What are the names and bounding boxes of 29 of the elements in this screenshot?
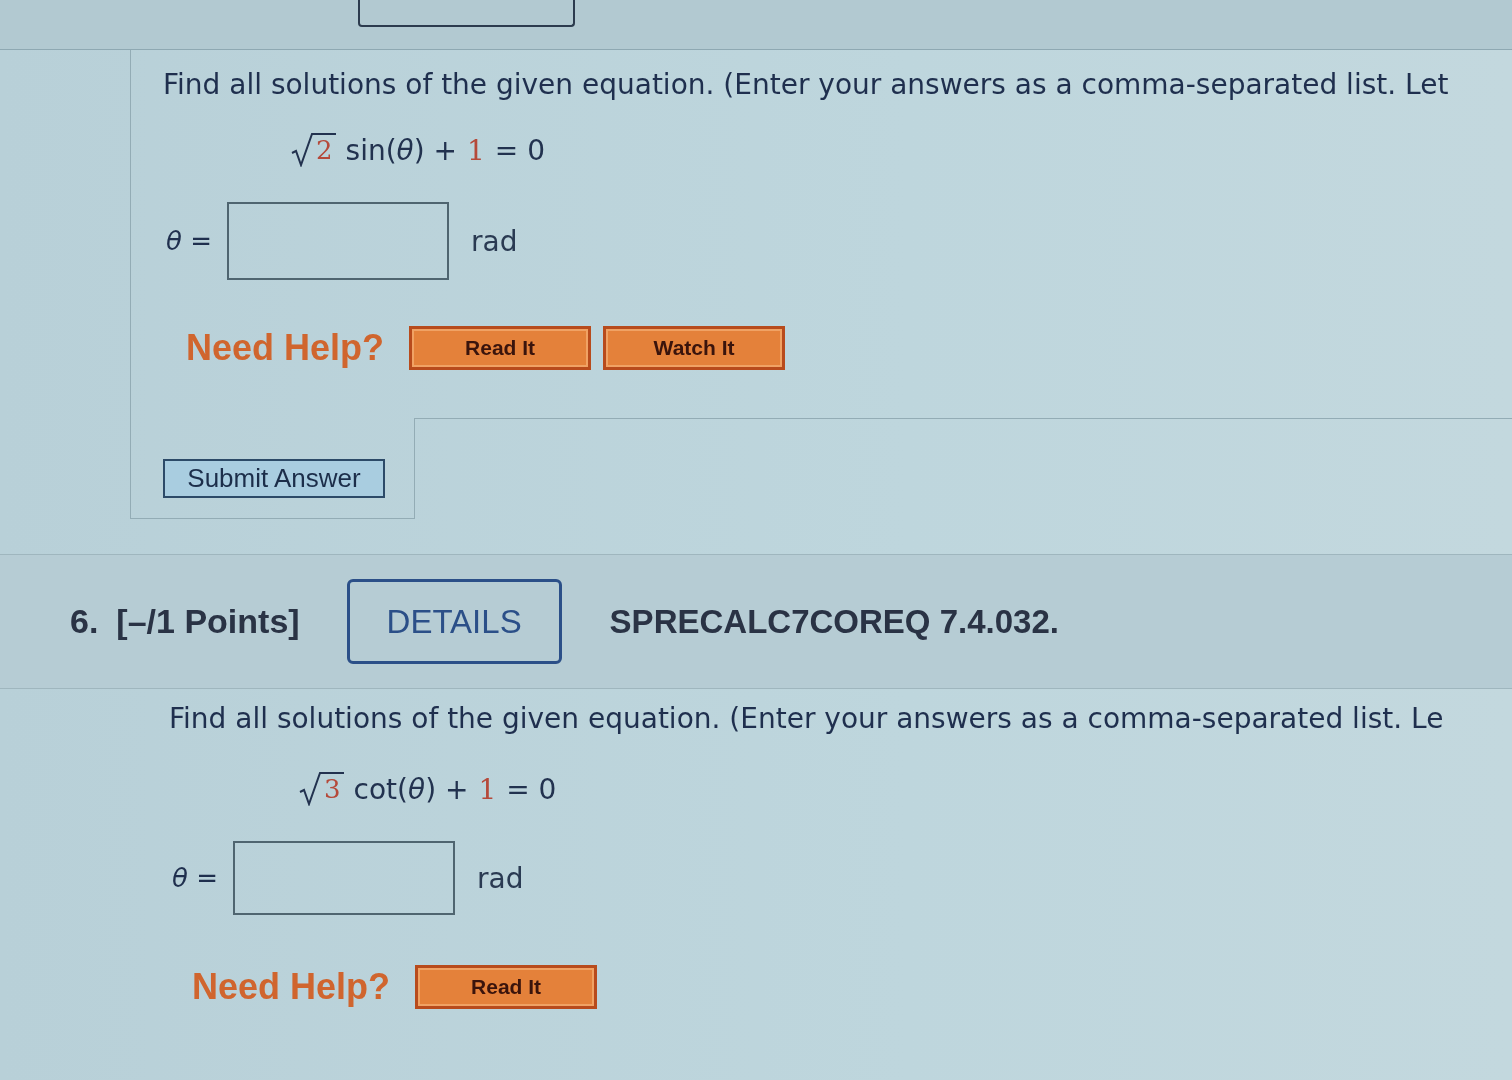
equation-expression: sin(θ) + (345, 133, 458, 167)
equation-expression: cot(θ) + (353, 772, 469, 806)
question-text: Find all solutions of the given equation. (Enter your answers as a comma-separated list. Let (163, 70, 1450, 100)
square-root-icon (299, 772, 321, 806)
unit-label: rad (471, 224, 518, 258)
question-text: Find all solutions of the given equation. (Enter your answers as a comma-separated list. Le (169, 704, 1445, 734)
submit-answer-button[interactable]: Submit Answer (163, 459, 385, 498)
radicand: 2 (313, 133, 336, 167)
problem-code: SPRECALC7COREQ 7.4.032. (609, 602, 1059, 641)
unit-label: rad (477, 861, 524, 895)
square-root-icon (291, 133, 313, 167)
need-help-label: Need Help? (192, 966, 391, 1008)
problem-number: 6. (70, 602, 99, 641)
points-label: [–/1 Points] (116, 602, 300, 641)
cut-off-button[interactable] (358, 0, 575, 27)
help-button[interactable]: Read It (415, 965, 598, 1009)
answer-label: θ = (172, 863, 217, 893)
answer-field[interactable] (227, 202, 449, 280)
help-button[interactable]: Read It (409, 326, 592, 370)
equation-right-side: = 0 (494, 133, 546, 167)
details-button[interactable]: DETAILS (346, 579, 562, 664)
answer-field[interactable] (233, 841, 455, 915)
equation-constant: 1 (478, 772, 497, 806)
help-button[interactable]: Watch It (603, 326, 786, 370)
radicand: 3 (321, 772, 344, 806)
need-help-label: Need Help? (186, 327, 385, 369)
answer-label: θ = (166, 226, 211, 256)
equation-right-side: = 0 (506, 772, 557, 806)
equation-constant: 1 (467, 133, 485, 167)
